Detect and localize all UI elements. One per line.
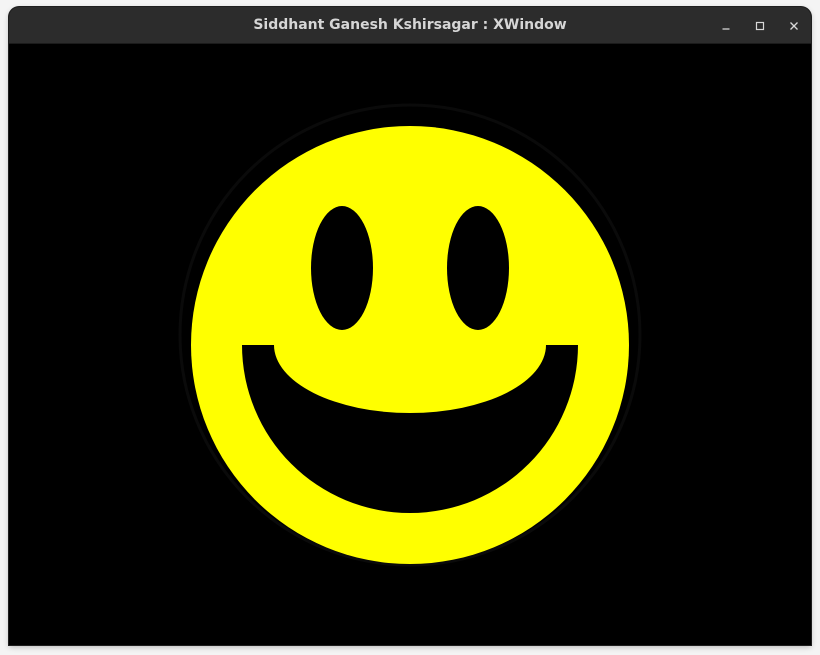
window-title: Siddhant Ganesh Kshirsagar : XWindow xyxy=(253,17,567,33)
close-icon xyxy=(790,21,798,30)
app-window: Siddhant Ganesh Kshirsagar : XWindow xyxy=(9,7,811,645)
minimize-button[interactable] xyxy=(709,7,743,44)
right-eye xyxy=(447,206,509,330)
left-eye xyxy=(311,206,373,330)
title-bar[interactable]: Siddhant Ganesh Kshirsagar : XWindow xyxy=(9,7,811,44)
minimize-icon xyxy=(722,27,730,30)
maximize-button[interactable] xyxy=(743,7,777,44)
window-controls xyxy=(709,7,811,44)
close-button[interactable] xyxy=(777,7,811,44)
smiley-drawing xyxy=(178,103,642,567)
drawing-canvas[interactable] xyxy=(9,44,811,645)
maximize-icon xyxy=(755,21,765,30)
